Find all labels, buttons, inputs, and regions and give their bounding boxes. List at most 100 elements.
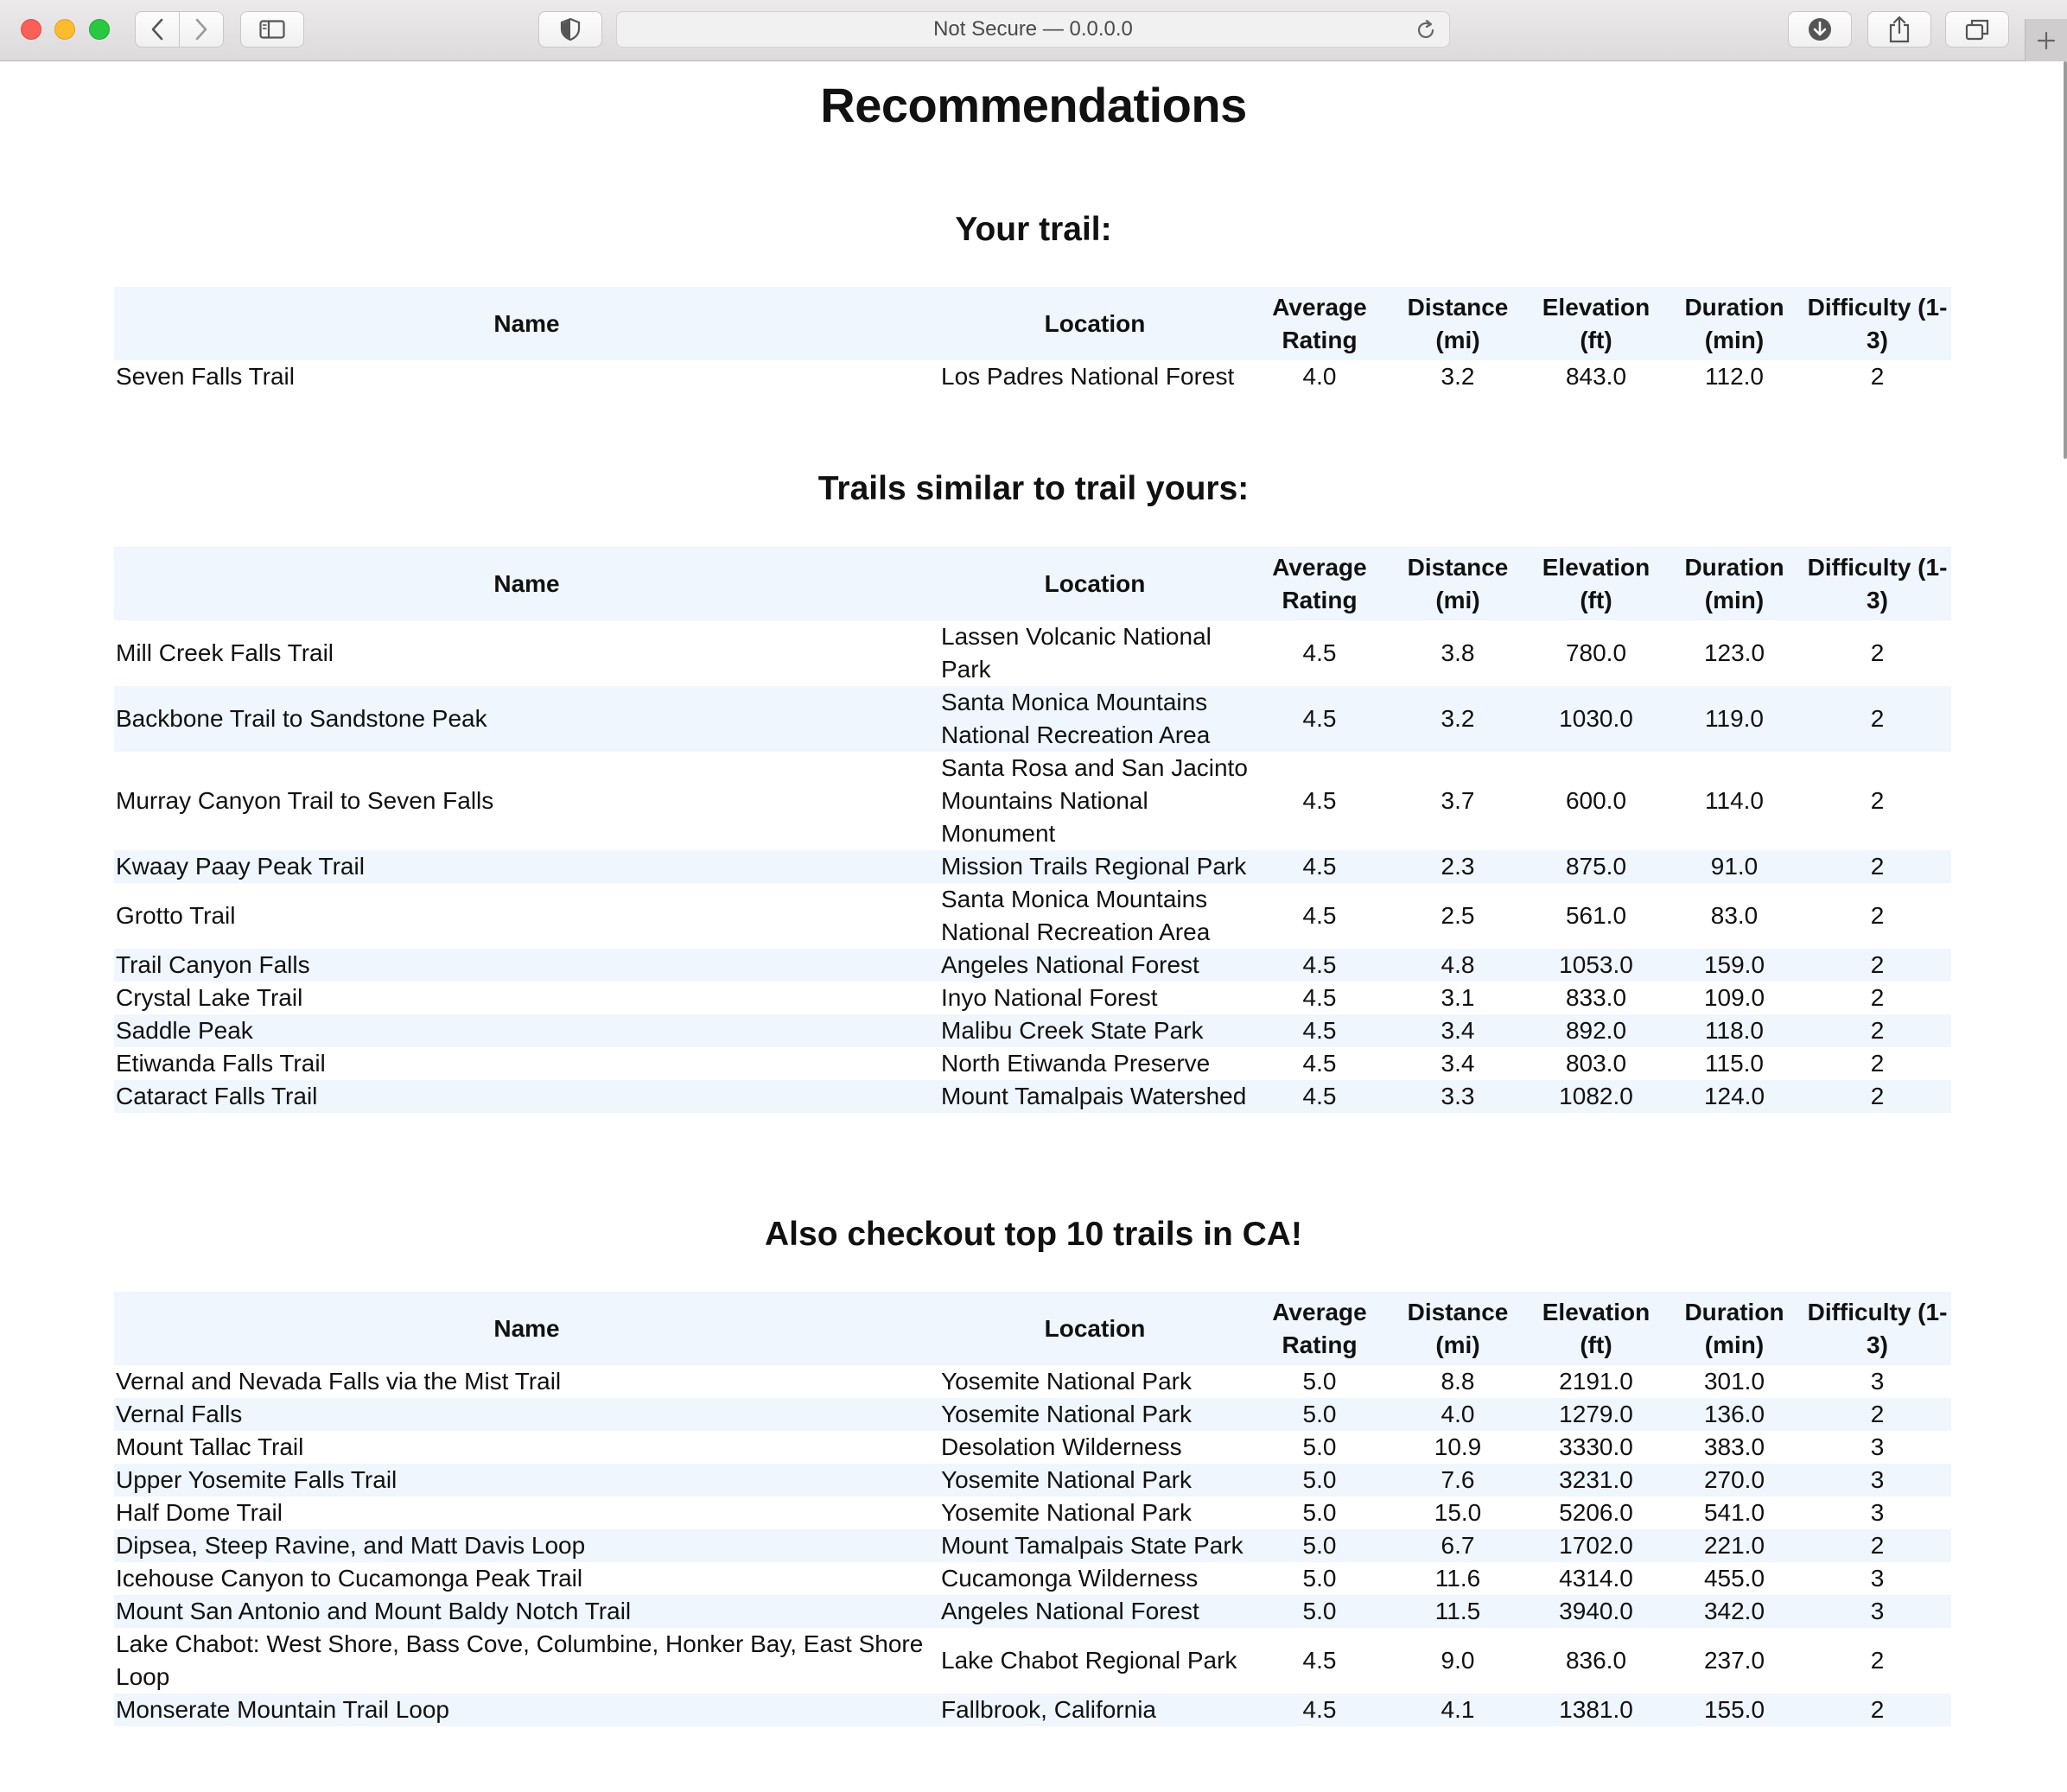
trail-distance-cell: 4.1 (1389, 1694, 1527, 1726)
trail-difficulty-cell: 2 (1870, 902, 1885, 929)
trail-elevation-cell: 875.0 (1527, 850, 1665, 883)
trail-elevation-cell: 1082.0 (1527, 1080, 1665, 1113)
trail-location-cell: Mount Tamalpais Watershed (939, 1080, 1250, 1113)
trail-difficulty-cell: 2 (1803, 1694, 1951, 1726)
trail-location-cell: Yosemite National Park (941, 1499, 1192, 1526)
trail-location-cell: Santa Monica Mountains National Recreati… (939, 686, 1250, 752)
chevron-left-icon (151, 18, 163, 41)
trail-name-cell: Lake Chabot: West Shore, Bass Cove, Colu… (116, 1630, 924, 1690)
trail-distance-cell: 3.4 (1389, 1014, 1527, 1047)
trail-name-cell: Mount San Antonio and Mount Baldy Notch … (114, 1595, 939, 1628)
trail-elevation-cell: 3330.0 (1559, 1433, 1633, 1460)
trail-duration-cell: 91.0 (1665, 850, 1803, 883)
trail-name-cell: Cataract Falls Trail (114, 1080, 939, 1113)
trail-duration-cell: 237.0 (1703, 1647, 1765, 1674)
table-row: Trail Canyon Falls Angeles National Fores… (114, 949, 1951, 982)
header-rating: Average Rating (1250, 547, 1389, 620)
trail-difficulty-cell: 2 (1870, 984, 1885, 1011)
header-name: Name (114, 1292, 939, 1365)
downloads-button[interactable] (1788, 11, 1852, 48)
trail-distance-cell: 11.6 (1434, 1565, 1481, 1592)
trail-rating-cell: 4.5 (1302, 902, 1337, 929)
tab-overview-button[interactable] (1945, 11, 2009, 48)
trail-distance-cell: 3.2 (1389, 686, 1527, 752)
trail-difficulty-cell: 3 (1870, 1433, 1885, 1460)
trail-distance-cell: 3.4 (1441, 1050, 1475, 1077)
close-window-button[interactable] (21, 19, 41, 40)
trail-elevation-cell: 833.0 (1565, 984, 1627, 1011)
trail-duration-cell: 83.0 (1710, 902, 1759, 929)
zoom-window-button[interactable] (89, 19, 110, 40)
trail-name-cell: Mount Tallac Trail (116, 1433, 304, 1460)
trail-difficulty-cell: 3 (1803, 1464, 1951, 1497)
trail-location-cell: Desolation Wilderness (941, 1433, 1182, 1460)
trail-difficulty-cell: 2 (1803, 1398, 1951, 1431)
trail-location-cell: Lassen Volcanic National Park (941, 623, 1212, 683)
sidebar-icon (259, 20, 285, 39)
trail-name-cell: Backbone Trail to Sandstone Peak (114, 686, 939, 752)
section-heading-similar-trails: Trails similar to trail yours: (817, 470, 1250, 507)
header-difficulty: Difficulty (1-3) (1803, 1292, 1951, 1365)
trail-duration-cell: 159.0 (1665, 949, 1803, 982)
trail-duration-cell: 118.0 (1665, 1014, 1803, 1047)
trail-difficulty-cell: 2 (1803, 1014, 1951, 1047)
trail-location-cell: Angeles National Forest (939, 949, 1250, 982)
trail-distance-cell: 3.2 (1441, 363, 1475, 390)
trail-name-cell: Upper Yosemite Falls Trail (114, 1464, 939, 1497)
back-button[interactable] (135, 11, 180, 48)
table-row: Half Dome Trail Yosemite National Park 5.0… (114, 1497, 1951, 1529)
header-distance: Distance (mi) (1389, 287, 1527, 360)
trail-duration-cell: 383.0 (1703, 1433, 1765, 1460)
trail-elevation-cell: 836.0 (1565, 1647, 1627, 1674)
trail-rating-cell: 4.5 (1302, 1647, 1337, 1674)
trail-rating-cell: 4.5 (1250, 1694, 1389, 1726)
trail-location-cell: Santa Rosa and San Jacinto Mountains Nat… (941, 754, 1248, 847)
trail-distance-cell: 6.7 (1389, 1529, 1527, 1562)
header-location: Location (939, 287, 1250, 360)
trail-rating-cell: 5.0 (1302, 1433, 1337, 1460)
minimize-window-button[interactable] (54, 19, 75, 40)
trail-distance-cell: 3.3 (1389, 1080, 1527, 1113)
trail-name-cell: Icehouse Canyon to Cucamonga Peak Trail (116, 1565, 583, 1592)
table-row: Dipsea, Steep Ravine, and Matt Davis Loo… (114, 1529, 1951, 1562)
trail-name-cell: Murray Canyon Trail to Seven Falls (116, 787, 494, 814)
forward-button[interactable] (179, 11, 224, 48)
table-row: Icehouse Canyon to Cucamonga Peak Trail C… (114, 1562, 1951, 1595)
plus-icon (2037, 31, 2056, 49)
trail-name-cell: Etiwanda Falls Trail (116, 1050, 326, 1077)
header-location: Location (939, 1292, 1250, 1365)
address-bar[interactable]: Not Secure — 0.0.0.0 (616, 11, 1450, 48)
new-tab-button[interactable] (2025, 19, 2067, 61)
trail-duration-cell: 270.0 (1665, 1464, 1803, 1497)
trail-difficulty-cell: 2 (1870, 787, 1885, 814)
privacy-report-button[interactable] (538, 11, 602, 48)
sidebar-toggle-button[interactable] (240, 11, 304, 48)
trail-duration-cell: 342.0 (1665, 1595, 1803, 1628)
trail-duration-cell: 221.0 (1665, 1529, 1803, 1562)
trail-elevation-cell: 1702.0 (1527, 1529, 1665, 1562)
table-row: Kwaay Paay Peak Trail Mission Trails Regi… (114, 850, 1951, 883)
table-row: Cataract Falls Trail Mount Tamalpais Wate… (114, 1080, 1951, 1113)
trail-elevation-cell: 843.0 (1565, 363, 1627, 390)
trail-elevation-cell: 1279.0 (1527, 1398, 1665, 1431)
trail-location-cell: Mission Trails Regional Park (939, 850, 1250, 883)
shield-icon (560, 17, 581, 41)
table-row: Backbone Trail to Sandstone Peak Santa Mo… (114, 686, 1951, 752)
trail-elevation-cell: 3940.0 (1527, 1595, 1665, 1628)
trail-elevation-cell: 803.0 (1565, 1050, 1627, 1077)
header-difficulty: Difficulty (1-3) (1803, 547, 1951, 620)
header-distance: Distance (mi) (1389, 547, 1527, 620)
trail-duration-cell: 455.0 (1703, 1565, 1765, 1592)
share-button[interactable] (1867, 11, 1931, 48)
trail-difficulty-cell: 2 (1870, 363, 1885, 390)
header-elevation: Elevation (ft) (1527, 547, 1665, 620)
trail-rating-cell: 4.0 (1302, 363, 1337, 390)
trail-name-cell: Monserate Mountain Trail Loop (114, 1694, 939, 1726)
trail-rating-cell: 5.0 (1250, 1595, 1389, 1628)
header-elevation: Elevation (ft) (1527, 1292, 1665, 1365)
trail-distance-cell: 3.8 (1441, 639, 1475, 666)
reload-icon (1417, 19, 1434, 38)
header-elevation: Elevation (ft) (1527, 287, 1665, 360)
trail-rating-cell: 5.0 (1302, 1565, 1337, 1592)
trail-rating-cell: 5.0 (1250, 1464, 1389, 1497)
